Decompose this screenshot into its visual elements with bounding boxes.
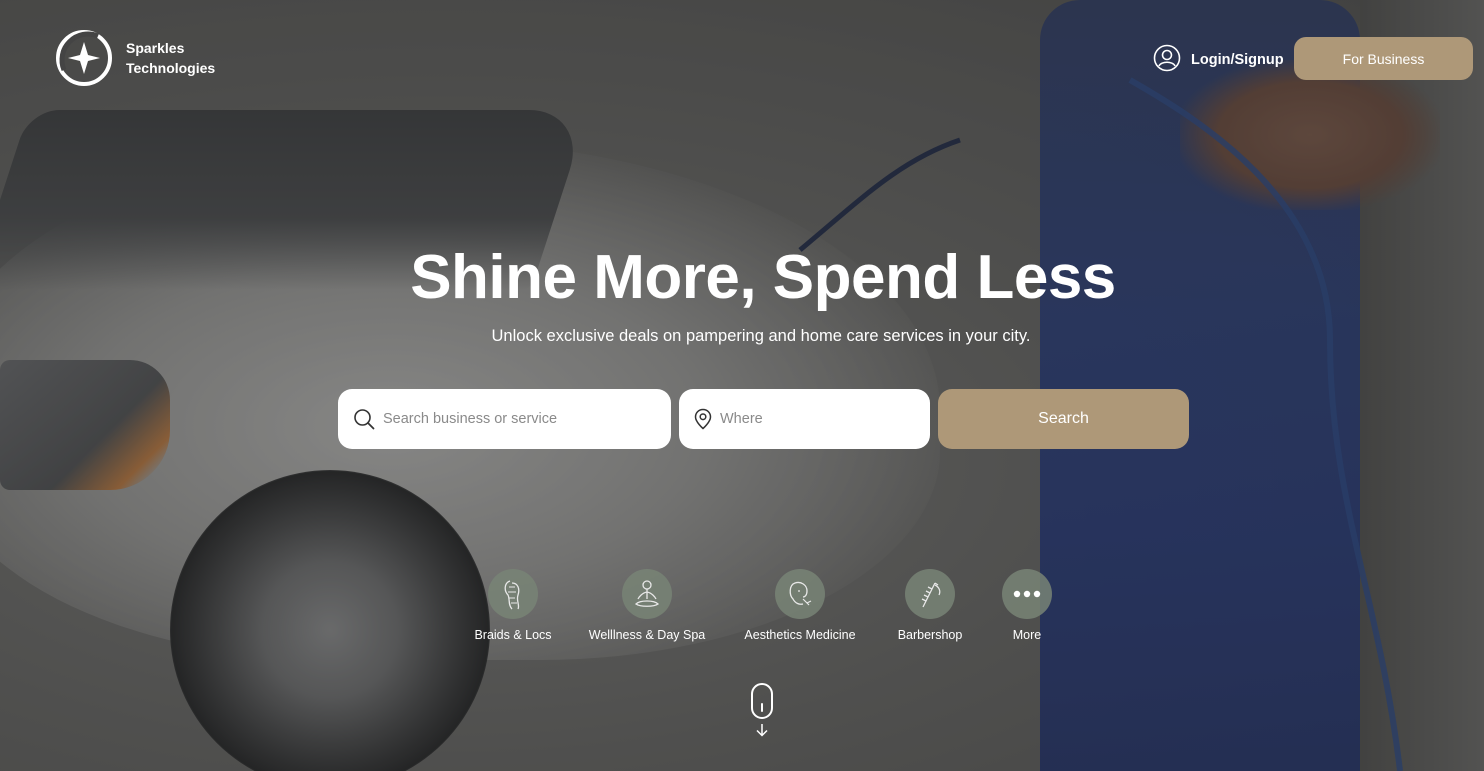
hero-subtitle: Unlock exclusive deals on pampering and … bbox=[491, 327, 1031, 345]
mouse-icon bbox=[751, 683, 773, 719]
background-wall bbox=[1360, 0, 1484, 771]
login-signup-link[interactable]: Login/Signup bbox=[1153, 44, 1284, 76]
category-aesthetics-medicine[interactable]: Aesthetics Medicine bbox=[742, 569, 858, 642]
face-icon bbox=[775, 569, 825, 619]
car-headlight bbox=[0, 360, 170, 490]
hero-section: Sparkles Technologies Login/Signup For B… bbox=[0, 0, 1484, 771]
brand-name-line1: Sparkles bbox=[126, 40, 185, 56]
category-label: Braids & Locs bbox=[474, 628, 552, 642]
location-input[interactable] bbox=[718, 410, 930, 428]
worker-arm bbox=[1180, 60, 1440, 210]
arrow-down-icon bbox=[754, 722, 770, 738]
sparkle-logo-icon bbox=[54, 30, 114, 86]
scroll-down-indicator[interactable] bbox=[751, 683, 773, 738]
brand-logo[interactable]: Sparkles Technologies bbox=[54, 30, 215, 86]
hero-title: Shine More, Spend Less bbox=[410, 243, 1116, 312]
for-business-button[interactable]: For Business bbox=[1294, 37, 1473, 80]
location-pin-icon bbox=[694, 408, 712, 430]
category-label: Welllness & Day Spa bbox=[588, 628, 706, 642]
login-signup-label: Login/Signup bbox=[1191, 52, 1284, 68]
service-search-field[interactable] bbox=[338, 389, 671, 449]
brand-name: Sparkles Technologies bbox=[126, 38, 215, 78]
background-photo bbox=[0, 0, 1484, 771]
category-label: More bbox=[1012, 628, 1042, 642]
meditation-icon bbox=[622, 569, 672, 619]
category-barbershop[interactable]: Barbershop bbox=[896, 569, 964, 642]
category-braids-locs[interactable]: Braids & Locs bbox=[474, 569, 552, 642]
category-label: Aesthetics Medicine bbox=[744, 628, 856, 642]
location-field[interactable] bbox=[679, 389, 930, 449]
service-search-input[interactable] bbox=[381, 410, 671, 428]
category-label: Barbershop bbox=[897, 628, 963, 642]
category-more[interactable]: More bbox=[1002, 569, 1052, 642]
brand-name-line2: Technologies bbox=[126, 60, 216, 76]
car-wheel bbox=[170, 470, 490, 771]
more-dots-icon bbox=[1002, 569, 1052, 619]
search-icon bbox=[353, 408, 375, 430]
user-icon bbox=[1153, 44, 1181, 76]
category-wellness-day-spa[interactable]: Welllness & Day Spa bbox=[588, 569, 706, 642]
worker-figure bbox=[1040, 0, 1360, 771]
dark-overlay bbox=[0, 0, 1484, 771]
pressure-hose bbox=[798, 77, 1403, 771]
razor-icon bbox=[905, 569, 955, 619]
braids-icon bbox=[488, 569, 538, 619]
search-button[interactable]: Search bbox=[938, 389, 1189, 449]
